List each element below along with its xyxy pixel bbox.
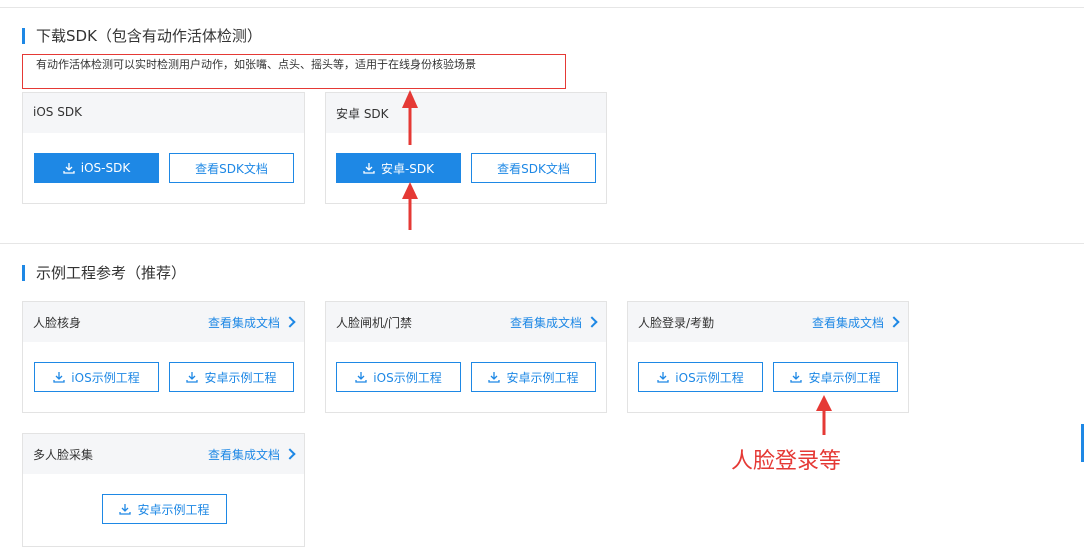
card-header: 人脸闸机/门禁 查看集成文档 (326, 302, 606, 342)
card-header: 多人脸采集 查看集成文档 (23, 434, 304, 474)
example-card-gate: 人脸闸机/门禁 查看集成文档 iOS示例工程 安卓示例工程 (325, 301, 607, 413)
download-icon (790, 371, 803, 383)
download-icon (63, 162, 75, 174)
annotation-text: 人脸登录等 (731, 449, 842, 474)
button-label: 安卓示例工程 (204, 370, 277, 385)
card-title: 人脸核身 (33, 316, 82, 330)
download-android-sdk-button[interactable]: 安卓-SDK (336, 153, 461, 183)
view-integration-doc-link[interactable]: 查看集成文档 (811, 314, 900, 331)
chevron-right-icon (284, 448, 296, 460)
section-divider (0, 243, 1084, 244)
view-sdk-doc-button[interactable]: 查看SDK文档 (471, 153, 596, 183)
section-title-sdk: 下载SDK（包含有动作活体检测） (22, 27, 262, 45)
example-card-login: 人脸登录/考勤 查看集成文档 iOS示例工程 安卓示例工程 (627, 301, 909, 413)
button-label: 安卓示例工程 (137, 502, 210, 517)
android-example-button[interactable]: 安卓示例工程 (102, 494, 227, 524)
android-example-button[interactable]: 安卓示例工程 (471, 362, 596, 392)
view-integration-doc-link[interactable]: 查看集成文档 (207, 446, 296, 463)
card-title: 安卓 SDK (336, 107, 389, 121)
download-icon (355, 371, 367, 383)
link-label: 查看集成文档 (207, 448, 280, 462)
chevron-right-icon (888, 316, 900, 328)
download-icon (488, 371, 501, 383)
button-label: 查看SDK文档 (497, 161, 570, 176)
card-header: 人脸登录/考勤 查看集成文档 (628, 302, 908, 342)
example-card-multi-face: 多人脸采集 查看集成文档 安卓示例工程 (22, 433, 305, 547)
section-title-examples: 示例工程参考（推荐） (22, 264, 186, 282)
button-label: 安卓-SDK (380, 161, 435, 176)
sdk-card-android: 安卓 SDK 安卓-SDK 查看SDK文档 (325, 92, 607, 204)
ios-example-button[interactable]: iOS示例工程 (638, 362, 763, 392)
chevron-right-icon (284, 316, 296, 328)
red-arrow-icon (816, 395, 832, 435)
button-label: iOS示例工程 (71, 370, 140, 385)
view-integration-doc-link[interactable]: 查看集成文档 (509, 314, 598, 331)
card-title: 多人脸采集 (33, 448, 94, 462)
button-label: 安卓示例工程 (808, 370, 881, 385)
download-icon (53, 371, 65, 383)
button-label: iOS示例工程 (373, 370, 442, 385)
card-title: 人脸闸机/门禁 (336, 316, 413, 330)
button-label: 安卓示例工程 (506, 370, 579, 385)
ios-example-button[interactable]: iOS示例工程 (336, 362, 461, 392)
download-icon (363, 162, 375, 174)
link-label: 查看集成文档 (509, 316, 582, 330)
download-icon (657, 371, 669, 383)
button-label: 查看SDK文档 (195, 161, 268, 176)
red-arrow-icon (402, 182, 418, 230)
card-header: 安卓 SDK (326, 93, 606, 133)
android-example-button[interactable]: 安卓示例工程 (169, 362, 294, 392)
top-divider (0, 7, 1084, 8)
card-header: 人脸核身 查看集成文档 (23, 302, 304, 342)
link-label: 查看集成文档 (811, 316, 884, 330)
android-example-button[interactable]: 安卓示例工程 (773, 362, 898, 392)
link-label: 查看集成文档 (207, 316, 280, 330)
section-description: 有动作活体检测可以实时检测用户动作，如张嘴、点头、摇头等，适用于在线身份核验场景 (36, 58, 476, 71)
ios-example-button[interactable]: iOS示例工程 (34, 362, 159, 392)
chevron-right-icon (586, 316, 598, 328)
view-integration-doc-link[interactable]: 查看集成文档 (207, 314, 296, 331)
card-title: 人脸登录/考勤 (638, 316, 715, 330)
sdk-card-ios: iOS SDK iOS-SDK 查看SDK文档 (22, 92, 305, 204)
red-arrow-icon (402, 90, 418, 145)
download-icon (186, 371, 199, 383)
example-card-face-verify: 人脸核身 查看集成文档 iOS示例工程 安卓示例工程 (22, 301, 305, 413)
button-label: iOS示例工程 (675, 370, 744, 385)
card-title: iOS SDK (33, 105, 82, 119)
download-icon (119, 503, 132, 515)
view-sdk-doc-button[interactable]: 查看SDK文档 (169, 153, 294, 183)
card-header: iOS SDK (23, 93, 304, 133)
download-ios-sdk-button[interactable]: iOS-SDK (34, 153, 159, 183)
button-label: iOS-SDK (80, 161, 131, 175)
